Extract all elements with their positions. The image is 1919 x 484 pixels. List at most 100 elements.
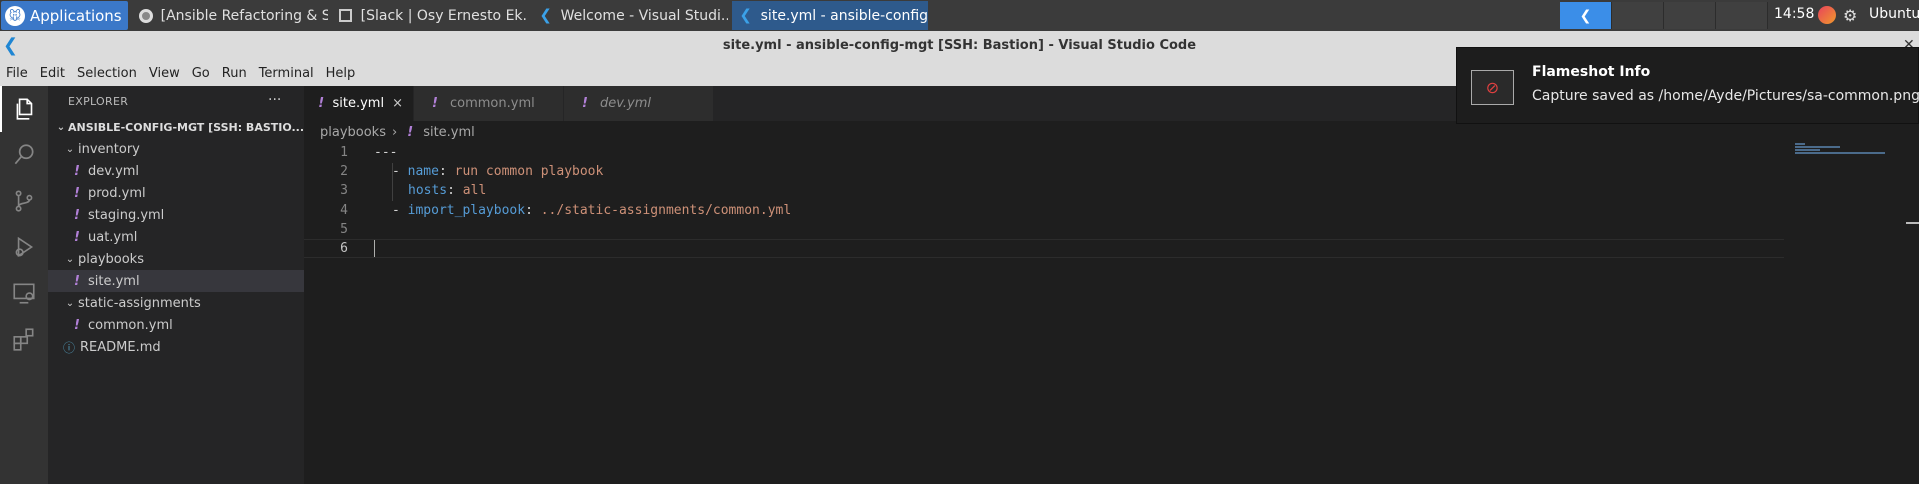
tree-item-label: dev.yml: [88, 163, 140, 179]
menu-go[interactable]: Go: [192, 66, 210, 81]
breadcrumb-folder[interactable]: playbooks: [320, 125, 386, 140]
run-debug-icon[interactable]: [0, 224, 48, 270]
code-line[interactable]: 3 hosts: all: [304, 181, 1784, 200]
code-text: - import_playbook: ../static-assignments…: [392, 202, 792, 218]
line-number: 6: [340, 241, 348, 257]
tree-file-staging-yml[interactable]: ! staging.yml: [48, 204, 304, 226]
tree-file-prod-yml[interactable]: ! prod.yml: [48, 182, 304, 204]
xfce-mouse-icon: 🐭: [5, 5, 25, 26]
source-control-icon[interactable]: [0, 178, 48, 224]
yaml-file-icon: !: [74, 317, 80, 333]
code-line-current[interactable]: 6: [304, 238, 1784, 259]
tree-item-label: inventory: [78, 141, 140, 157]
taskbar-item-label: Welcome - Visual Studi...: [560, 7, 728, 24]
tree-item-label: site.yml: [88, 273, 140, 289]
taskbar-item-vscode-site[interactable]: ❮ site.yml - ansible-config...: [731, 1, 928, 30]
code-editor[interactable]: 1 --- 2 - name: run common playbook 3 ho…: [304, 143, 1784, 259]
menu-view[interactable]: View: [149, 66, 180, 81]
tree-item-label: common.yml: [88, 317, 173, 333]
window-icon: [338, 8, 354, 24]
flameshot-notification[interactable]: ⊘ Flameshot Info Capture saved as /home/…: [1456, 47, 1919, 124]
info-file-icon: ⓘ: [62, 340, 75, 355]
tree-item-label: static-assignments: [78, 295, 201, 311]
user-menu[interactable]: Ubuntu: [1869, 6, 1919, 22]
tab-common-yml[interactable]: ! common.yml: [414, 86, 564, 121]
taskbar-item-label: [Slack | Osy Ernesto Ek...: [360, 7, 528, 24]
tree-file-dev-yml[interactable]: ! dev.yml: [48, 160, 304, 182]
workspace-1[interactable]: ❮: [1560, 2, 1612, 29]
menu-run[interactable]: Run: [222, 66, 247, 81]
taskbar-item-label: [Ansible Refactoring & S...: [160, 7, 328, 24]
tree-file-readme-md[interactable]: ⓘ README.md: [48, 336, 304, 358]
code-text: hosts: all: [408, 183, 487, 199]
taskbar-item-vscode-welcome[interactable]: ❮ Welcome - Visual Studi...: [532, 1, 728, 30]
tree-item-label: staging.yml: [88, 207, 165, 223]
yaml-file-icon: !: [74, 273, 80, 289]
code-line[interactable]: 5: [304, 220, 1784, 239]
yaml-file-icon: !: [318, 96, 325, 111]
line-number: 3: [340, 183, 348, 199]
flameshot-icon: ⊘: [1471, 70, 1514, 105]
tab-label: site.yml: [332, 96, 385, 111]
tab-label: dev.yml: [600, 96, 651, 111]
tree-folder-inventory[interactable]: ⌄ inventory: [48, 138, 304, 160]
tree-folder-static-assignments[interactable]: ⌄ static-assignments: [48, 292, 304, 314]
taskbar-item-slack[interactable]: [Slack | Osy Ernesto Ek...: [332, 1, 528, 30]
menu-terminal[interactable]: Terminal: [259, 66, 314, 81]
activity-bar: [0, 86, 48, 484]
breadcrumb-file[interactable]: site.yml: [423, 125, 475, 140]
notification-body: Capture saved as /home/Ayde/Pictures/sa-…: [1532, 88, 1919, 104]
taskbar-item-chrome[interactable]: [Ansible Refactoring & S...: [132, 1, 328, 30]
clock[interactable]: 14:58: [1774, 6, 1814, 22]
tree-file-site-yml[interactable]: ! site.yml: [48, 270, 304, 292]
close-tab-icon[interactable]: ×: [392, 96, 403, 111]
tab-label: common.yml: [450, 96, 535, 111]
workspace-root-label: ANSIBLE-CONFIG-MGT [SSH: BASTIO...: [67, 120, 304, 134]
menu-help[interactable]: Help: [326, 66, 356, 81]
tree-folder-playbooks[interactable]: ⌄ playbooks: [48, 248, 304, 270]
chevron-down-icon: ⌄: [65, 253, 75, 265]
network-tray-icon[interactable]: ⚙: [1843, 6, 1857, 25]
flameshot-tray-icon[interactable]: [1818, 6, 1836, 24]
workspace-root-folder[interactable]: ⌄ ANSIBLE-CONFIG-MGT [SSH: BASTIO...: [48, 116, 304, 138]
tree-item-label: prod.yml: [88, 185, 146, 201]
menu-file[interactable]: File: [6, 66, 28, 81]
yaml-file-icon: !: [74, 229, 80, 245]
workspace-2[interactable]: [1612, 2, 1664, 29]
code-line[interactable]: 4 - import_playbook: ../static-assignmen…: [304, 201, 1784, 220]
workspace-3[interactable]: [1664, 2, 1716, 29]
scrollbar-marker[interactable]: [1906, 222, 1919, 224]
chevron-down-icon: ⌄: [56, 121, 66, 133]
workspace-4[interactable]: [1716, 2, 1768, 29]
menu-selection[interactable]: Selection: [77, 66, 137, 81]
extensions-icon[interactable]: [0, 316, 48, 362]
line-number: 5: [340, 221, 348, 237]
explorer-sidebar: EXPLORER ··· ⌄ ANSIBLE-CONFIG-MGT [SSH: …: [48, 86, 304, 484]
code-line[interactable]: 1 ---: [304, 143, 1784, 162]
vscode-icon: ❮: [1579, 7, 1592, 24]
yaml-file-icon: !: [582, 96, 588, 111]
chevron-down-icon: ⌄: [65, 297, 75, 309]
search-icon[interactable]: [0, 132, 48, 178]
more-actions-icon[interactable]: ···: [268, 92, 281, 108]
code-line[interactable]: 2 - name: run common playbook: [304, 162, 1784, 181]
tab-site-yml[interactable]: ! site.yml ×: [304, 86, 414, 121]
breadcrumb: playbooks › ! site.yml: [320, 121, 475, 143]
minimap[interactable]: [1795, 143, 1900, 154]
yaml-file-icon: !: [74, 163, 80, 179]
yaml-file-icon: !: [74, 207, 80, 223]
workspace-switcher: ❮: [1560, 2, 1768, 29]
yaml-file-icon: !: [74, 185, 80, 201]
menu-edit[interactable]: Edit: [40, 66, 65, 81]
yaml-file-icon: !: [432, 96, 438, 111]
tree-file-uat-yml[interactable]: ! uat.yml: [48, 226, 304, 248]
explorer-icon[interactable]: [0, 86, 48, 132]
remote-explorer-icon[interactable]: [0, 270, 48, 316]
notification-title: Flameshot Info: [1532, 64, 1651, 80]
tree-file-common-yml[interactable]: ! common.yml: [48, 314, 304, 336]
applications-menu-button[interactable]: 🐭 Applications: [1, 1, 128, 30]
tab-dev-yml[interactable]: ! dev.yml: [564, 86, 714, 121]
tree-item-label: README.md: [80, 339, 161, 355]
tree-item-label: playbooks: [78, 251, 144, 267]
yaml-file-icon: !: [407, 124, 414, 140]
